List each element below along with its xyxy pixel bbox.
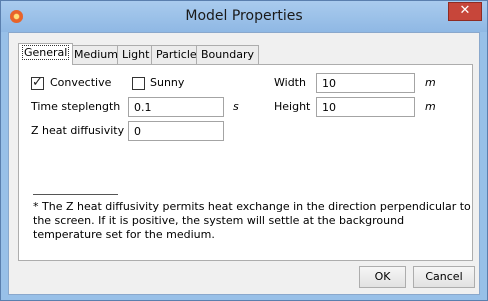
sunny-label: Sunny	[150, 76, 185, 89]
model-properties-window: Model Properties ✕ General Medium Light …	[0, 0, 488, 301]
close-icon: ✕	[459, 3, 471, 18]
tab-medium-label: Medium	[74, 48, 118, 61]
convective-label: Convective	[50, 76, 112, 89]
cancel-button[interactable]: Cancel	[413, 266, 475, 288]
dialog-body: General Medium Light Particle Boundary ✓…	[8, 32, 480, 295]
general-panel: ✓ Convective Sunny Width m Time stepleng…	[18, 64, 473, 261]
title-bar[interactable]: Model Properties ✕	[1, 1, 487, 32]
tab-particle[interactable]: Particle	[151, 45, 202, 64]
tab-light-label: Light	[122, 48, 150, 61]
width-input[interactable]	[316, 73, 415, 93]
tab-boundary-label: Boundary	[201, 48, 254, 61]
tab-light[interactable]: Light	[117, 45, 155, 64]
time-steplength-unit: s	[233, 100, 239, 113]
height-label: Height	[274, 100, 311, 113]
footnote-divider	[33, 194, 118, 195]
time-steplength-input[interactable]	[128, 97, 224, 117]
width-label: Width	[274, 76, 306, 89]
width-unit: m	[425, 76, 436, 89]
tab-general-label: General	[21, 45, 70, 60]
window-title: Model Properties	[185, 8, 303, 24]
tab-boundary[interactable]: Boundary	[196, 45, 259, 64]
tab-particle-label: Particle	[156, 48, 197, 61]
close-button[interactable]: ✕	[448, 2, 482, 21]
height-input[interactable]	[316, 97, 415, 117]
tab-medium[interactable]: Medium	[69, 45, 123, 64]
convective-checkbox[interactable]: ✓	[31, 75, 44, 90]
check-icon: ✓	[32, 75, 43, 90]
z-heat-diffusivity-input[interactable]	[128, 121, 224, 141]
ok-button[interactable]: OK	[359, 266, 406, 288]
z-heat-diffusivity-label: Z heat diffusivity *	[31, 124, 134, 137]
height-unit: m	[425, 100, 436, 113]
tab-general[interactable]: General	[18, 43, 74, 65]
sunny-checkbox[interactable]	[132, 77, 145, 90]
footnote-text: * The Z heat diffusivity permits heat ex…	[33, 200, 471, 241]
time-steplength-label: Time steplength	[31, 100, 121, 113]
